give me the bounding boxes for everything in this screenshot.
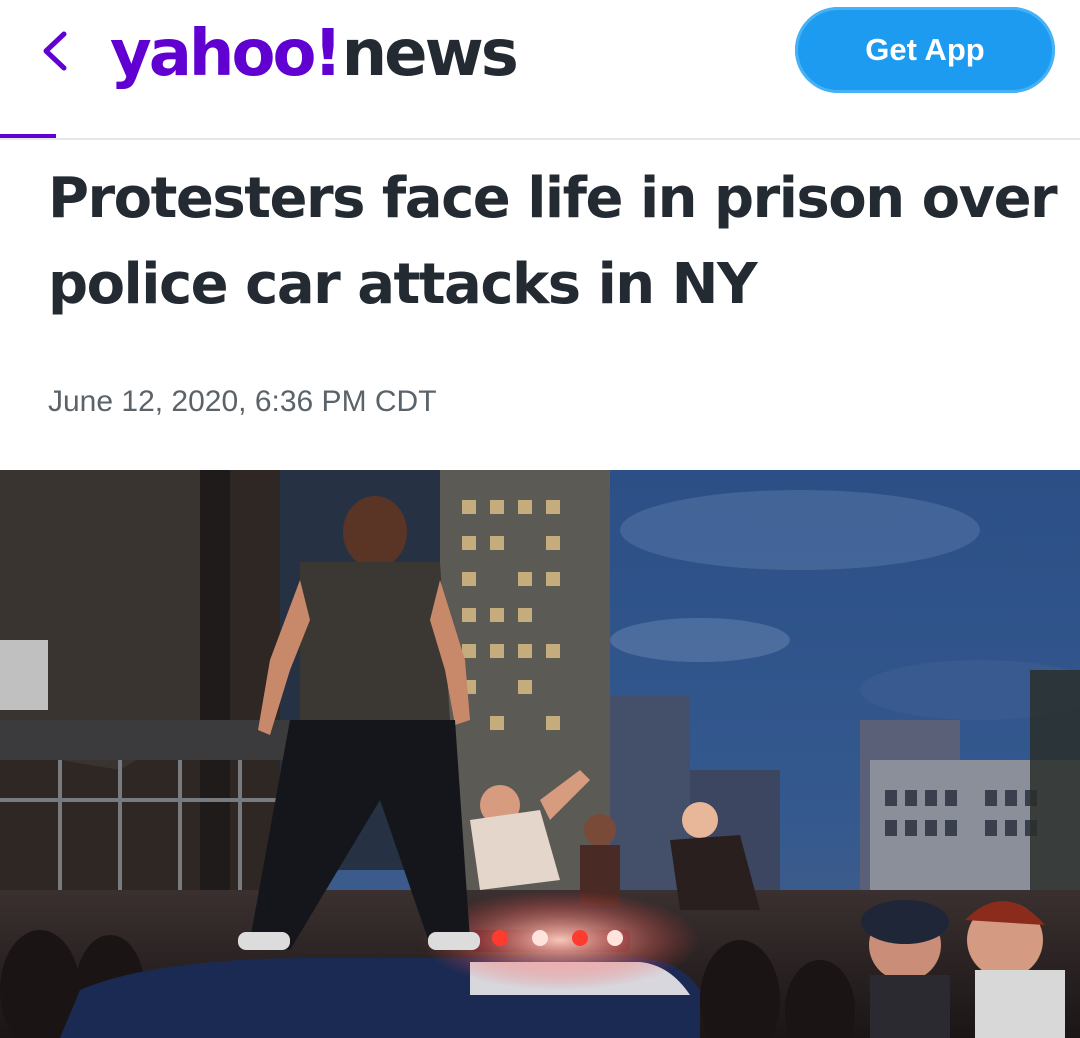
- logo-section: news: [341, 17, 519, 91]
- back-button[interactable]: [36, 26, 76, 76]
- app-header: yahoo!news Get App: [0, 0, 1080, 140]
- header-divider: [0, 138, 1080, 140]
- get-app-button[interactable]: Get App: [795, 7, 1055, 93]
- article-timestamp: June 12, 2020, 6:36 PM CDT: [48, 385, 437, 418]
- article-photo[interactable]: [0, 470, 1080, 1038]
- yahoo-news-logo[interactable]: yahoo!news: [110, 14, 519, 94]
- chevron-left-icon: [43, 31, 67, 71]
- protest-scene-illustration: [0, 470, 1080, 1038]
- logo-brand: yahoo!: [110, 17, 343, 91]
- header-divider-accent: [0, 134, 56, 138]
- article-headline: Protesters face life in prison over poli…: [48, 166, 1058, 317]
